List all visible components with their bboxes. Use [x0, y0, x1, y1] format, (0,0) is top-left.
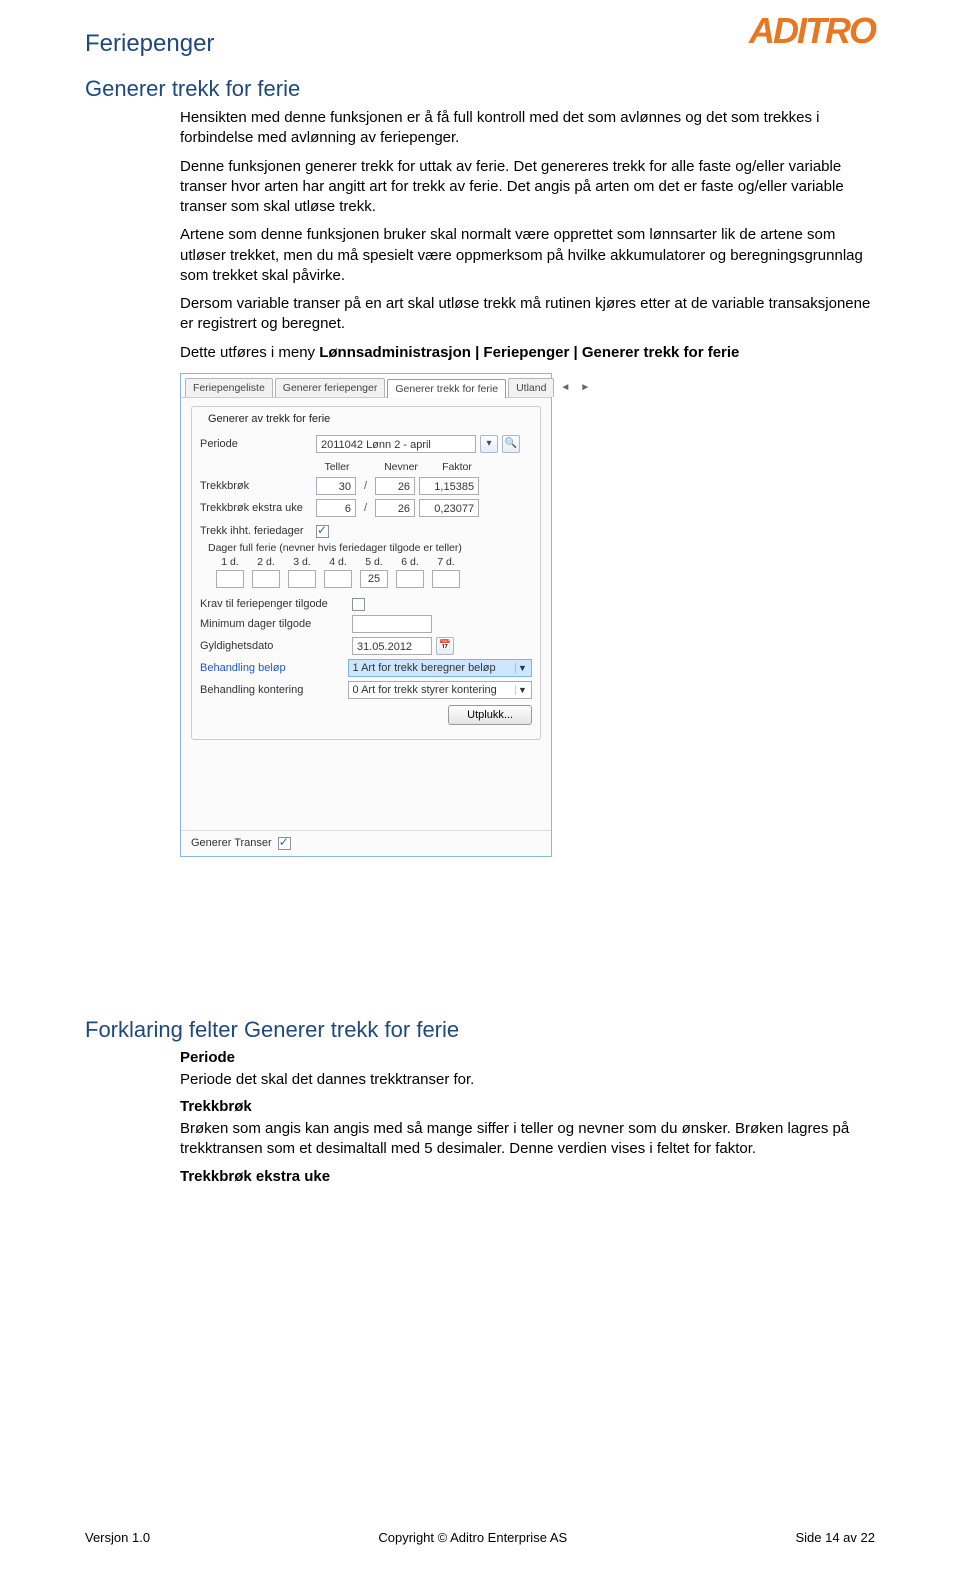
behandling-kontering-dropdown[interactable]: 0 Art for trekk styrer kontering ▼ [348, 681, 532, 699]
periode-input[interactable]: 2011042 Lønn 2 - april [316, 435, 476, 453]
day-head: 5 d. [360, 556, 388, 568]
krav-label: Krav til feriepenger tilgode [200, 598, 348, 610]
day-input[interactable] [432, 570, 460, 588]
section-heading: Generer trekk for ferie [85, 76, 875, 102]
body-paragraph: Brøken som angis kan angis med så mange … [180, 1119, 875, 1160]
generer-transer-checkbox[interactable] [278, 837, 291, 850]
footer-version: Versjon 1.0 [85, 1530, 150, 1545]
behandling-belop-dropdown[interactable]: 1 Art for trekk beregner beløp ▼ [348, 659, 532, 677]
periode-search-icon[interactable]: 🔍 [502, 435, 520, 453]
periode-label: Periode [200, 438, 312, 450]
minimum-dager-input[interactable] [352, 615, 432, 633]
chevron-down-icon: ▼ [515, 685, 529, 695]
col-teller: Teller [316, 461, 358, 473]
trekk-ihht-label: Trekk ihht. feriedager [200, 525, 312, 537]
chevron-down-icon: ▼ [515, 663, 529, 673]
fieldset-trekk: Generer av trekk for ferie Periode 20110… [191, 406, 541, 740]
body-paragraph: Dette utføres i meny Lønnsadministrasjon… [180, 343, 875, 363]
divider-icon: / [360, 502, 371, 514]
trekk-ihht-checkbox[interactable] [316, 525, 329, 538]
brand-logo: ADITRO [749, 10, 875, 52]
dropdown-value: 1 Art for trekk beregner beløp [353, 662, 496, 674]
day-input[interactable] [216, 570, 244, 588]
trekkbrok-eu-nevner-input[interactable]: 26 [375, 499, 415, 517]
field-heading-trekkbrok-eu: Trekkbrøk ekstra uke [180, 1168, 875, 1185]
generer-transer-label: Generer Transer [191, 837, 272, 849]
tab-strip: Feriepengeliste Generer feriepenger Gene… [181, 374, 551, 398]
day-input[interactable] [288, 570, 316, 588]
page-footer: Versjon 1.0 Copyright © Aditro Enterpris… [85, 1530, 875, 1545]
field-heading-trekkbrok: Trekkbrøk [180, 1098, 875, 1115]
fieldset-legend: Generer av trekk for ferie [204, 413, 334, 425]
behandling-kontering-label: Behandling kontering [200, 684, 344, 696]
trekkbrok-faktor-output: 1,15385 [419, 477, 479, 495]
body-paragraph: Denne funksjonen generer trekk for uttak… [180, 157, 875, 218]
gyldighetsdato-input[interactable]: 31.05.2012 [352, 637, 432, 655]
menu-path-prefix: Dette utføres i meny [180, 344, 319, 361]
utplukk-button[interactable]: Utplukk... [448, 705, 532, 725]
day-input[interactable] [324, 570, 352, 588]
day-head: 3 d. [288, 556, 316, 568]
calendar-icon[interactable]: 📅 [436, 637, 454, 655]
footer-copyright: Copyright © Aditro Enterprise AS [378, 1530, 567, 1545]
gyldighetsdato-label: Gyldighetsdato [200, 640, 348, 652]
day-head: 7 d. [432, 556, 460, 568]
trekkbrok-teller-input[interactable]: 30 [316, 477, 356, 495]
day-head: 6 d. [396, 556, 424, 568]
menu-path: Lønnsadministrasjon | Feriepenger | Gene… [319, 344, 739, 361]
days-header-row: 1 d. 2 d. 3 d. 4 d. 5 d. 6 d. 7 d. [216, 556, 532, 568]
body-paragraph: Artene som denne funksjonen bruker skal … [180, 225, 875, 286]
col-faktor: Faktor [426, 461, 488, 473]
divider-icon: / [360, 480, 371, 492]
trekkbrok-nevner-input[interactable]: 26 [375, 477, 415, 495]
tab-scroll-right-icon[interactable]: ► [576, 380, 594, 395]
day-head: 1 d. [216, 556, 244, 568]
trekkbrok-eu-teller-input[interactable]: 6 [316, 499, 356, 517]
day-head: 2 d. [252, 556, 280, 568]
periode-dropdown-icon[interactable]: ▾ [480, 435, 498, 453]
footer-page-number: Side 14 av 22 [795, 1530, 875, 1545]
trekkbrok-label: Trekkbrøk [200, 480, 312, 492]
tab-generer-feriepenger[interactable]: Generer feriepenger [275, 378, 386, 397]
day-input[interactable] [396, 570, 424, 588]
tab-feriepengeliste[interactable]: Feriepengeliste [185, 378, 273, 397]
tab-scroll-left-icon[interactable]: ◄ [556, 380, 574, 395]
body-paragraph: Periode det skal det dannes trekktranser… [180, 1070, 875, 1090]
field-heading-periode: Periode [180, 1049, 875, 1066]
trekkbrok-eu-faktor-output: 0,23077 [419, 499, 479, 517]
section-heading: Forklaring felter Generer trekk for feri… [85, 1017, 875, 1043]
day-head: 4 d. [324, 556, 352, 568]
body-paragraph: Dersom variable transer på en art skal u… [180, 294, 875, 335]
dropdown-value: 0 Art for trekk styrer kontering [353, 684, 497, 696]
krav-checkbox[interactable] [352, 598, 365, 611]
dager-full-ferie-label: Dager full ferie (nevner hvis feriedager… [208, 542, 532, 554]
trekkbrok-eu-label: Trekkbrøk ekstra uke [200, 502, 312, 514]
tab-generer-trekk[interactable]: Generer trekk for ferie [387, 379, 506, 398]
day-input[interactable]: 25 [360, 570, 388, 588]
minimum-dager-label: Minimum dager tilgode [200, 618, 348, 630]
day-input[interactable] [252, 570, 280, 588]
col-nevner: Nevner [380, 461, 422, 473]
body-paragraph: Hensikten med denne funksjonen er å få f… [180, 108, 875, 149]
tab-utland[interactable]: Utland [508, 378, 554, 397]
app-screenshot-panel: Feriepengeliste Generer feriepenger Gene… [180, 373, 552, 857]
behandling-belop-label: Behandling beløp [200, 662, 344, 674]
